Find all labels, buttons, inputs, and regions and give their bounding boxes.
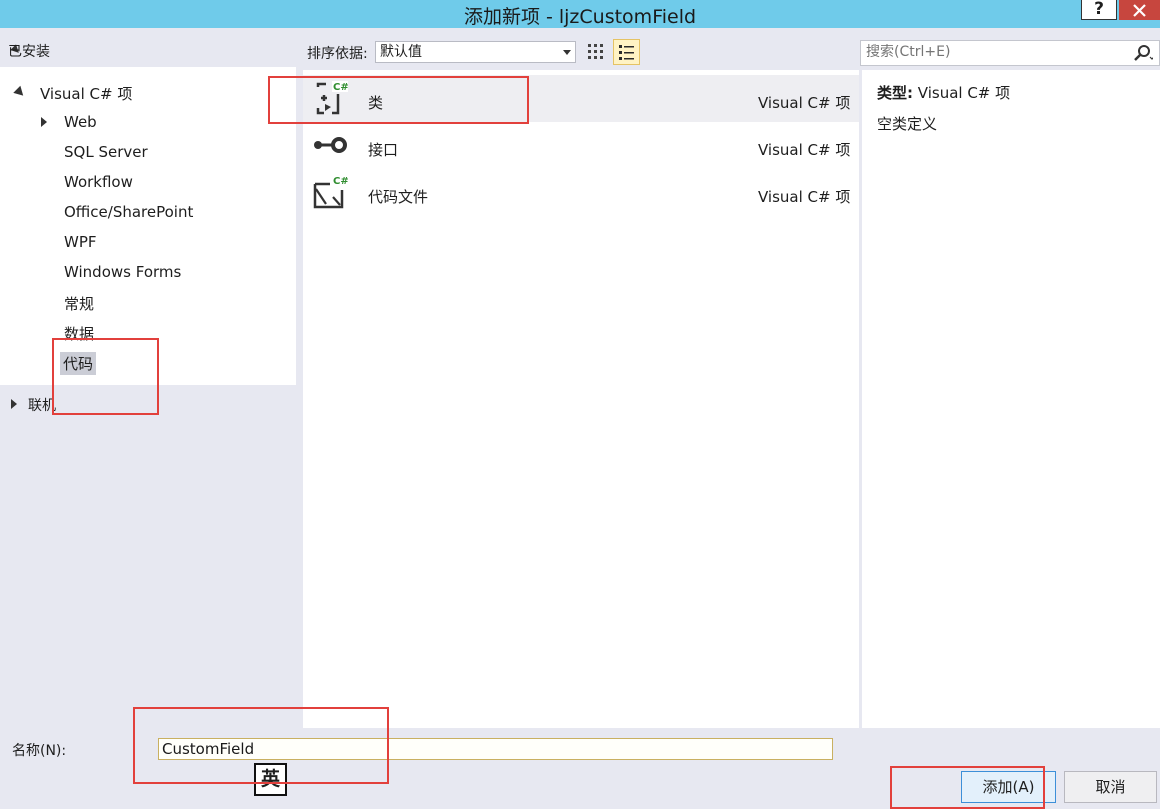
tree-item-wpf[interactable]: WPF — [64, 233, 97, 251]
tree-item-web[interactable]: Web — [64, 113, 97, 131]
tree-item-general[interactable]: 常规 — [64, 293, 94, 314]
tree-item-workflow[interactable]: Workflow — [64, 173, 133, 191]
sort-dropdown[interactable]: 默认值 — [375, 41, 576, 63]
grid-view-button[interactable] — [584, 40, 608, 64]
highlight-box-name-input — [133, 707, 389, 784]
highlight-box-code-category — [52, 338, 159, 415]
expanded-triangle-icon[interactable] — [13, 85, 27, 100]
type-label: 类型: — [877, 84, 913, 102]
highlight-box-class-template — [268, 76, 529, 124]
tree-root-visual-csharp[interactable]: Visual C# 项 — [40, 83, 132, 104]
list-view-button[interactable] — [613, 39, 640, 65]
name-label: 名称(N): — [12, 743, 67, 759]
sort-label: 排序依据: — [307, 46, 368, 62]
tree-item-sql-server[interactable]: SQL Server — [64, 143, 148, 161]
type-row: 类型: Visual C# 项 — [877, 82, 1010, 103]
close-button[interactable] — [1119, 0, 1160, 20]
template-row-interface[interactable]: 接口 Visual C# 项 — [303, 122, 859, 169]
list-view-icon — [619, 45, 634, 60]
details-panel: 类型: Visual C# 项 空类定义 — [862, 70, 1160, 728]
online-collapsed-icon[interactable] — [11, 399, 17, 409]
window-title: 添加新项 - ljzCustomField — [463, 6, 697, 28]
cancel-button[interactable]: 取消 — [1064, 771, 1157, 803]
help-button[interactable]: ? — [1081, 0, 1117, 20]
template-list: C# 类 Visual C# 项 接口 Visual C# 项 C# 代码文件 … — [303, 70, 859, 728]
tree-item-office-sharepoint[interactable]: Office/SharePoint — [64, 203, 193, 221]
installed-header[interactable]: 已安装 — [8, 41, 50, 61]
search-box[interactable] — [860, 40, 1160, 66]
search-icon[interactable] — [1133, 44, 1153, 62]
template-name: 接口 — [368, 141, 399, 159]
highlight-box-add-button — [890, 766, 1045, 809]
template-name: 代码文件 — [368, 188, 429, 206]
type-value: Visual C# 项 — [917, 84, 1011, 102]
search-input[interactable] — [866, 44, 1116, 60]
template-language: Visual C# 项 — [758, 94, 851, 112]
code-file-icon: C# — [313, 175, 348, 209]
collapsed-triangle-icon[interactable] — [41, 117, 47, 127]
template-description: 空类定义 — [877, 115, 938, 133]
close-icon — [1133, 4, 1146, 17]
template-row-code-file[interactable]: C# 代码文件 Visual C# 项 — [303, 169, 859, 216]
sort-value: 默认值 — [380, 44, 422, 60]
dropdown-arrow-icon — [563, 50, 571, 55]
svg-text:C#: C# — [333, 176, 348, 187]
tree-item-windows-forms[interactable]: Windows Forms — [64, 263, 181, 281]
grid-view-icon — [588, 44, 603, 59]
template-language: Visual C# 项 — [758, 188, 851, 206]
template-language: Visual C# 项 — [758, 141, 851, 159]
interface-icon — [314, 137, 347, 153]
